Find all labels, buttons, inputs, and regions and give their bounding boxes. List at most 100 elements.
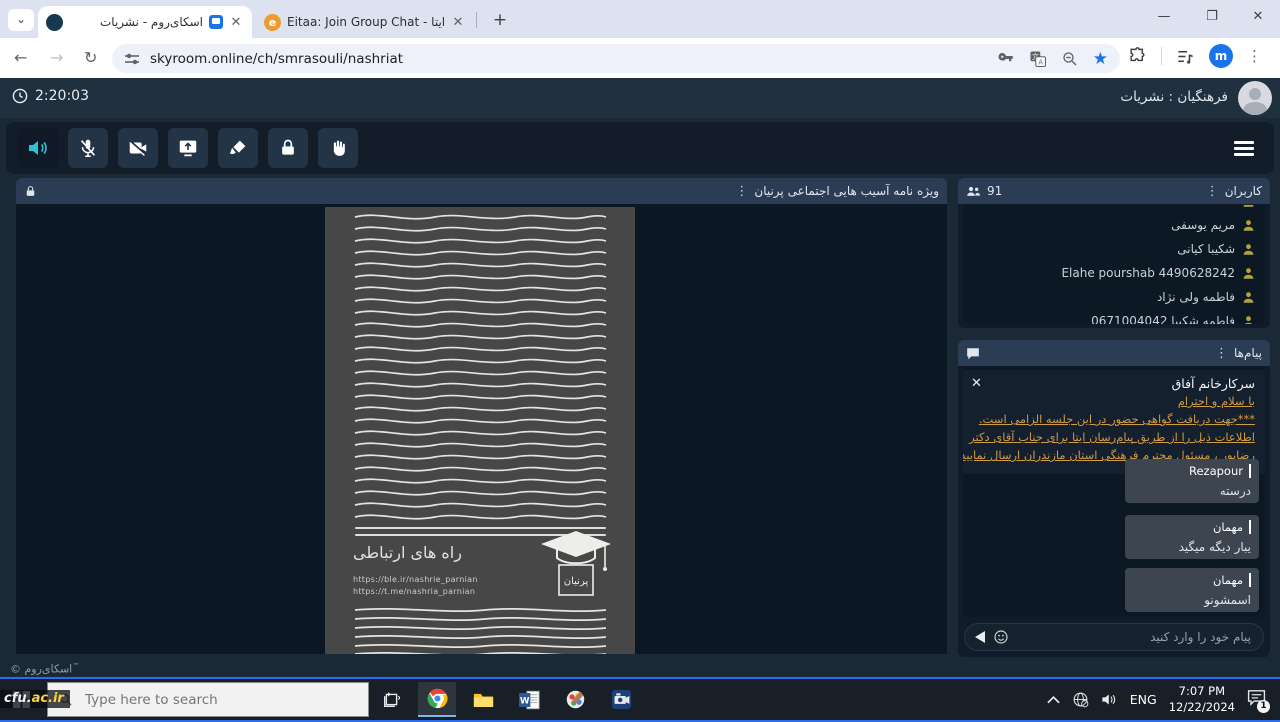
tab-eitaa[interactable]: e Eitaa: Join Group Chat - ایتا ✕ (256, 6, 474, 38)
parnian-logo: پرنیان (537, 529, 615, 605)
zoom-out-icon[interactable] (1061, 50, 1079, 68)
file-explorer-button[interactable] (464, 682, 502, 717)
chrome-taskbar-button[interactable] (418, 682, 456, 717)
chat-message: Rezapour درسته (1125, 459, 1259, 503)
webcam-button[interactable] (118, 128, 158, 168)
reading-list-icon[interactable] (1176, 47, 1195, 66)
pinned-line[interactable]: اطلاعات ذیل را از طریق پیام‌رسان ایتا بر… (973, 430, 1255, 444)
user-icon (1242, 291, 1255, 304)
chat-input[interactable] (1009, 629, 1253, 645)
messages-menu-icon[interactable]: ⋮ (1215, 346, 1228, 361)
presentation-menu-icon[interactable]: ⋮ (735, 184, 748, 199)
layout-menu-button[interactable] (1224, 128, 1264, 168)
mic-off-icon (77, 137, 99, 159)
back-icon[interactable]: ← (14, 48, 27, 67)
tab-search-chevron-icon[interactable]: ⌄ (8, 9, 34, 31)
user-name: شکیبا کیانی (1177, 242, 1235, 256)
presentation-title: ویژه نامه آسیب هایی اجتماعی پرنیان (754, 184, 939, 198)
tab-divider (476, 12, 477, 28)
tab-skyroom[interactable]: اسکای‌روم - نشریات ✕ (38, 6, 252, 38)
network-globe-icon[interactable] (1072, 691, 1089, 708)
presentation-viewport[interactable]: راه های ارتباطی https://ble.ir/nashrie_p… (16, 204, 947, 654)
message-author: Rezapour (1133, 464, 1251, 478)
tm-mark: ™ (72, 662, 79, 670)
cover-url-2: https://t.me/nashria_parnian (353, 587, 475, 596)
camera-app-icon (611, 689, 632, 710)
profile-avatar[interactable]: m (1209, 44, 1233, 68)
user-name: فاطمه ولی نژاد (1157, 290, 1235, 304)
users-count: 91 (987, 184, 1002, 198)
chrome-icon (427, 688, 448, 709)
users-list[interactable]: مریم یوسفی شکیبا کیانی Elahe pourshab 44… (963, 205, 1265, 324)
user-name: فاطمه شکیبا 0671004042 (1091, 314, 1235, 324)
brush-icon (227, 137, 249, 159)
message-text: درسته (1133, 484, 1251, 498)
tab-close-icon[interactable]: ✕ (450, 15, 466, 30)
message-text: یبار دیگه میگید (1133, 540, 1251, 554)
session-timer: 2:20:03 (12, 88, 89, 104)
whiteboard-button[interactable] (218, 128, 258, 168)
browser-menu-icon[interactable]: ⋮ (1247, 47, 1262, 65)
user-row[interactable]: Elahe pourshab 4490628242 (963, 261, 1265, 285)
volume-icon[interactable] (1101, 692, 1118, 707)
emoji-icon[interactable] (993, 629, 1009, 645)
timer-value: 2:20:03 (35, 88, 89, 104)
folder-icon (473, 691, 494, 709)
refresh-icon[interactable]: ↻ (84, 48, 97, 67)
address-bar[interactable]: skyroom.online/ch/smrasouli/nashriat 文A … (112, 44, 1120, 73)
window-minimize-button[interactable]: — (1144, 0, 1184, 34)
translate-icon[interactable]: 文A (1029, 50, 1047, 68)
camera-app-button[interactable] (602, 682, 640, 717)
bookmark-star-icon[interactable]: ★ (1093, 49, 1108, 69)
taskbar-search-input[interactable] (83, 691, 358, 709)
user-row-clipped[interactable] (963, 205, 1265, 213)
eitaa-favicon-icon: e (264, 14, 281, 31)
language-indicator[interactable]: ENG (1130, 692, 1157, 707)
pinned-line[interactable]: با سلام و احترام (973, 394, 1255, 408)
forward-icon[interactable]: → (50, 48, 63, 67)
window-close-button[interactable]: ✕ (1238, 0, 1278, 34)
user-row[interactable]: فاطمه شکیبا 0671004042 (963, 309, 1265, 324)
raise-hand-button[interactable] (318, 128, 358, 168)
presenter-avatar[interactable] (1238, 81, 1272, 115)
system-tray: ENG 7:07 PM 12/22/2024 1 (1047, 679, 1280, 720)
user-icon (1242, 205, 1255, 208)
presentation-header: ⋮ ویژه نامه آسیب هایی اجتماعی پرنیان (16, 178, 947, 204)
pinned-author: سرکارخانم آفاق (973, 376, 1255, 391)
extensions-icon[interactable] (1128, 47, 1147, 66)
lock-room-button[interactable] (268, 128, 308, 168)
tab-eitaa-title: Eitaa: Join Group Chat - ایتا (287, 15, 444, 29)
messages-list[interactable]: ✕ سرکارخانم آفاق با سلام و احترام ***جهت… (963, 367, 1265, 617)
send-icon[interactable] (975, 631, 985, 643)
word-button[interactable]: W (510, 682, 548, 717)
users-menu-icon[interactable]: ⋮ (1206, 184, 1219, 199)
users-title: کاربران (1225, 184, 1262, 198)
speaker-button[interactable] (18, 128, 58, 168)
user-name: Elahe pourshab 4490628242 (1061, 266, 1235, 280)
pinned-close-icon[interactable]: ✕ (971, 376, 982, 391)
action-center-button[interactable]: 1 (1247, 689, 1266, 710)
taskbar-clock[interactable]: 7:07 PM 12/22/2024 (1169, 684, 1235, 715)
user-row[interactable]: شکیبا کیانی (963, 237, 1265, 261)
password-key-icon[interactable] (997, 50, 1015, 68)
window-restore-button[interactable]: ❐ (1192, 0, 1232, 34)
pinned-line[interactable]: ***جهت دریافت گواهی حضور در این جلسه الز… (973, 412, 1255, 426)
site-settings-icon[interactable] (124, 51, 140, 67)
word-icon: W (519, 690, 540, 710)
tray-expand-chevron-icon[interactable] (1047, 695, 1060, 704)
microphone-button[interactable] (68, 128, 108, 168)
chat-bubble-icon (966, 347, 980, 360)
user-row[interactable]: مریم یوسفی (963, 213, 1265, 237)
screen-share-button[interactable] (168, 128, 208, 168)
task-view-button[interactable] (372, 682, 410, 717)
paint-app-button[interactable] (556, 682, 594, 717)
clock-date: 12/22/2024 (1169, 700, 1235, 714)
cover-url-1: https://ble.ir/nashrie_parnian (353, 575, 478, 584)
taskbar-search[interactable] (47, 682, 369, 717)
tab-close-icon[interactable]: ✕ (228, 15, 244, 30)
user-row[interactable]: فاطمه ولی نژاد (963, 285, 1265, 309)
url-text[interactable]: skyroom.online/ch/smrasouli/nashriat (150, 51, 983, 67)
new-tab-button[interactable]: + (488, 9, 512, 33)
svg-text:A: A (1038, 58, 1043, 66)
messages-title: پیام‌ها (1234, 346, 1262, 360)
